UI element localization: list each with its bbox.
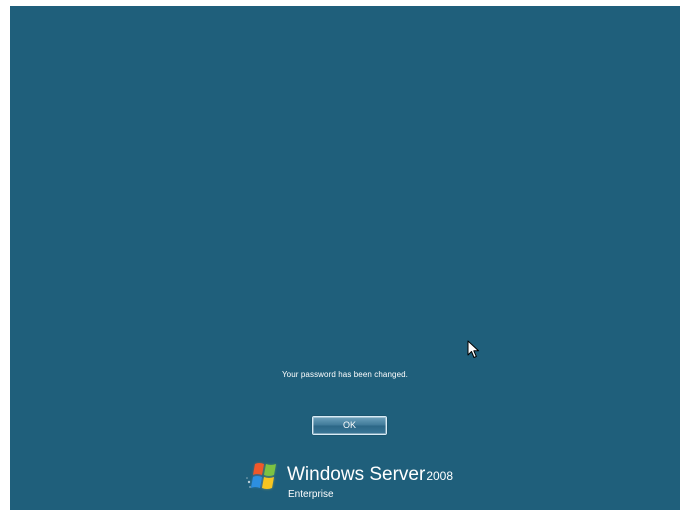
ok-button[interactable]: OK xyxy=(312,416,387,435)
status-message: Your password has been changed. xyxy=(281,370,408,379)
brand-product: Windows Server xyxy=(287,464,426,485)
windows-server-logo: Windows Server2008 Enterprise xyxy=(243,456,503,508)
login-screen: Your password has been changed. OK Windo… xyxy=(10,6,680,510)
brand-name: Windows Server2008 xyxy=(287,464,453,486)
brand-version: 2008 xyxy=(426,469,454,483)
windows-flag-icon xyxy=(246,463,276,489)
brand-edition: Enterprise xyxy=(288,489,334,500)
mouse-pointer-icon xyxy=(467,340,479,358)
